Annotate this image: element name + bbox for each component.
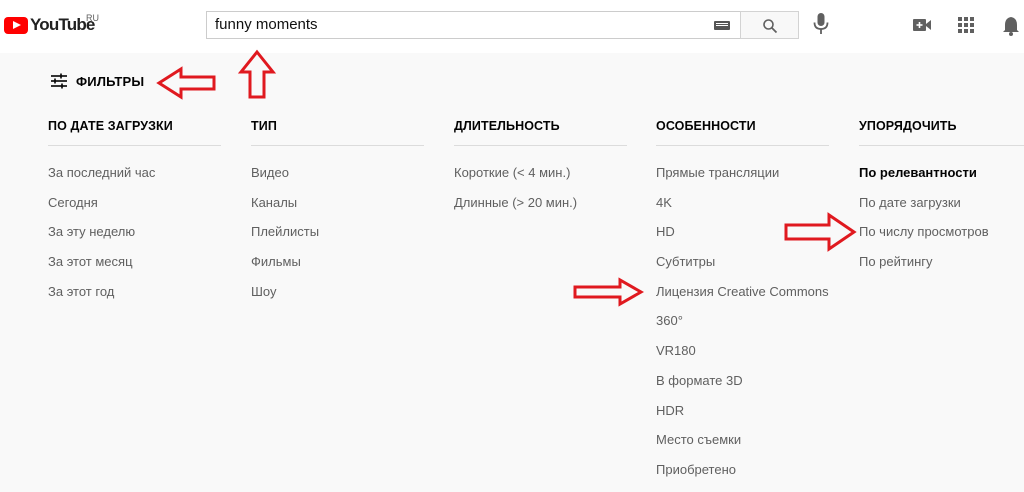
mic-icon[interactable] bbox=[811, 12, 831, 36]
filter-option[interactable]: За эту неделю bbox=[48, 224, 155, 254]
filter-option[interactable]: Место съемки bbox=[656, 432, 829, 462]
filter-column-sort: УПОРЯДОЧИТЬ По релевантности По дате заг… bbox=[859, 118, 1024, 269]
sort-option-selected[interactable]: По релевантности bbox=[859, 165, 989, 195]
masthead: YouTube RU funny moments bbox=[0, 0, 1024, 53]
filter-option[interactable]: За этот год bbox=[48, 284, 155, 314]
divider bbox=[251, 145, 424, 146]
filter-column-title: ДЛИТЕЛЬНОСТЬ bbox=[454, 119, 560, 133]
filter-column-duration: ДЛИТЕЛЬНОСТЬ Короткие (< 4 мин.) Длинные… bbox=[454, 118, 627, 210]
divider bbox=[454, 145, 627, 146]
filter-option[interactable]: Лицензия Creative Commons bbox=[656, 284, 829, 314]
search-button[interactable] bbox=[740, 11, 799, 39]
bell-icon[interactable] bbox=[1002, 15, 1020, 37]
filter-column-title: ТИП bbox=[251, 119, 277, 133]
youtube-logo[interactable]: YouTube RU bbox=[4, 13, 99, 37]
annotation-arrow-left-icon bbox=[156, 66, 216, 100]
filter-column-title: ОСОБЕННОСТИ bbox=[656, 119, 756, 133]
logo-region: RU bbox=[86, 13, 99, 23]
filter-column-upload-date: ПО ДАТЕ ЗАГРУЗКИ За последний час Сегодн… bbox=[48, 118, 221, 299]
filter-option[interactable]: За этот месяц bbox=[48, 254, 155, 284]
annotation-arrow-right-icon bbox=[573, 277, 644, 307]
filter-option[interactable]: Видео bbox=[251, 165, 319, 195]
filter-option[interactable]: Прямые трансляции bbox=[656, 165, 829, 195]
filter-column-features: ОСОБЕННОСТИ Прямые трансляции 4K HD Субт… bbox=[656, 118, 829, 477]
filter-option[interactable]: VR180 bbox=[656, 343, 829, 373]
filter-column-type: ТИП Видео Каналы Плейлисты Фильмы Шоу bbox=[251, 118, 424, 299]
filter-option[interactable]: Плейлисты bbox=[251, 224, 319, 254]
youtube-logo-icon bbox=[4, 16, 28, 34]
apps-grid-icon[interactable] bbox=[958, 17, 974, 33]
filter-option[interactable]: Субтитры bbox=[656, 254, 829, 284]
search-icon bbox=[763, 19, 778, 34]
sort-option[interactable]: По числу просмотров bbox=[859, 224, 989, 254]
keyboard-icon[interactable] bbox=[714, 21, 730, 30]
sort-option[interactable]: По дате загрузки bbox=[859, 195, 989, 225]
filters-toggle-button[interactable]: ФИЛЬТРЫ bbox=[50, 73, 144, 89]
filter-sliders-icon bbox=[51, 73, 67, 89]
logo-text: YouTube bbox=[30, 15, 95, 34]
filter-option[interactable]: Короткие (< 4 мин.) bbox=[454, 165, 577, 195]
divider bbox=[48, 145, 221, 146]
filter-option[interactable]: За последний час bbox=[48, 165, 155, 195]
filter-option[interactable]: Сегодня bbox=[48, 195, 155, 225]
filter-column-title: ПО ДАТЕ ЗАГРУЗКИ bbox=[48, 119, 173, 133]
filter-option[interactable]: Фильмы bbox=[251, 254, 319, 284]
filter-option[interactable]: В формате 3D bbox=[656, 373, 829, 403]
annotation-arrow-right-icon bbox=[784, 212, 857, 252]
sort-option[interactable]: По рейтингу bbox=[859, 254, 989, 284]
filter-option[interactable]: Приобретено bbox=[656, 462, 829, 492]
filter-option[interactable]: HDR bbox=[656, 403, 829, 433]
filter-option[interactable]: 360° bbox=[656, 313, 829, 343]
filter-column-title: УПОРЯДОЧИТЬ bbox=[859, 119, 957, 133]
annotation-arrow-up-icon bbox=[237, 49, 277, 99]
filter-option[interactable]: Каналы bbox=[251, 195, 319, 225]
filter-option[interactable]: Шоу bbox=[251, 284, 319, 314]
filters-label: ФИЛЬТРЫ bbox=[76, 73, 145, 89]
filter-option[interactable]: Длинные (> 20 мин.) bbox=[454, 195, 577, 225]
video-camera-icon[interactable] bbox=[912, 17, 932, 33]
search-input-box[interactable]: funny moments bbox=[206, 11, 740, 39]
divider bbox=[859, 145, 1024, 146]
divider bbox=[656, 145, 829, 146]
search-input[interactable]: funny moments bbox=[215, 12, 318, 38]
